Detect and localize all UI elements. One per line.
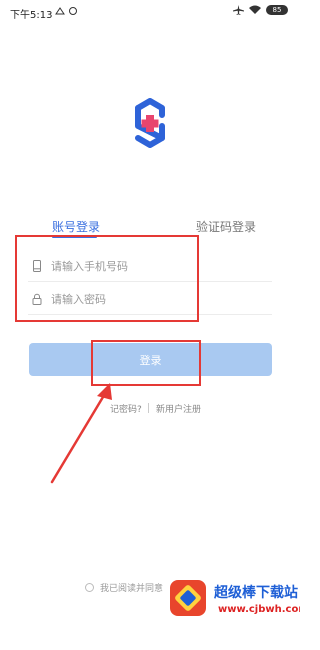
status-time: 下午5:13	[10, 10, 53, 21]
register-link[interactable]: 新用户注册	[156, 402, 201, 415]
status-right-icons: 85	[233, 5, 288, 15]
login-screen: 下午5:13 85 账号登录 验证码登录 请输入手机号码 登录 记密码? 新用户…	[0, 0, 300, 650]
tab-sms-login[interactable]: 验证码登录	[196, 218, 256, 235]
watermark-title: 超级棒下载站	[214, 585, 298, 601]
airplane-icon	[233, 5, 244, 15]
watermark-url: www.cjbwh.com	[218, 604, 300, 615]
annotation-box-login	[91, 340, 201, 386]
annotation-box-inputs	[15, 235, 199, 322]
agreement-checkbox[interactable]	[85, 583, 94, 592]
status-notification-icons	[55, 6, 81, 19]
forgot-password-link[interactable]: 记密码?	[110, 402, 142, 415]
tab-account-login[interactable]: 账号登录	[52, 218, 100, 235]
wifi-icon	[249, 5, 261, 14]
battery-indicator: 85	[266, 5, 288, 15]
links-divider	[148, 403, 149, 413]
status-bar: 下午5:13 85	[0, 0, 300, 24]
agreement-row: 我已阅读并同意	[85, 581, 163, 594]
shield-hexagon-cross-icon	[135, 98, 165, 148]
notification-icons	[55, 7, 77, 15]
site-watermark: 超级棒下载站 www.cjbwh.com	[168, 578, 300, 644]
agreement-text: 我已阅读并同意	[100, 584, 164, 594]
watermark-logo-icon	[170, 580, 206, 616]
